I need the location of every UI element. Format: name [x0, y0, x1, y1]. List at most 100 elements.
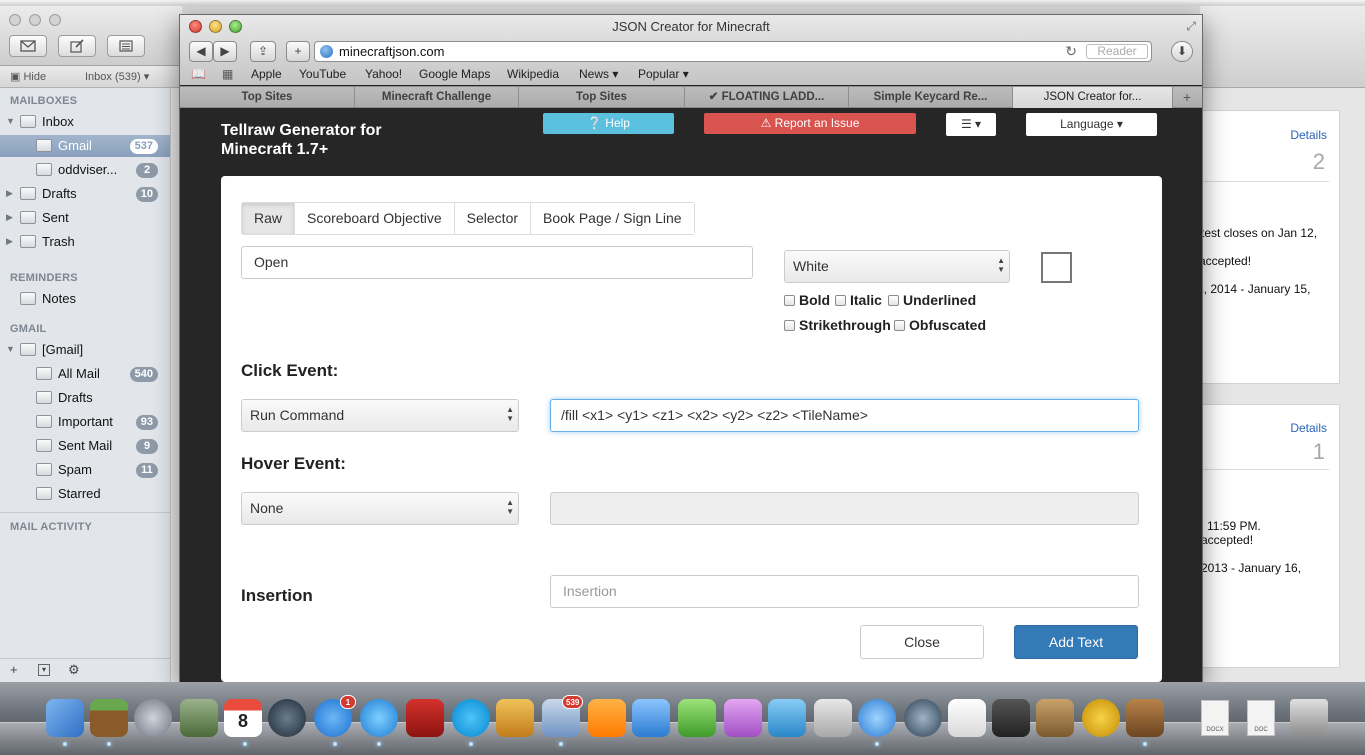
sidebar-item-gmail-drafts[interactable]: Drafts	[0, 387, 170, 409]
zoom-window-button[interactable]	[49, 14, 61, 26]
facetime-icon[interactable]	[268, 699, 306, 737]
hide-sidebar-toggle[interactable]: ▣ Hide	[10, 70, 46, 83]
inbox-filter[interactable]: Inbox (539) ▾	[85, 70, 149, 83]
sidebar-item-notes[interactable]: Notes	[0, 288, 170, 310]
bookmark-item[interactable]: Apple	[251, 67, 282, 81]
insertion-input[interactable]: Insertion	[550, 575, 1139, 608]
new-tab-button[interactable]: +	[286, 41, 310, 62]
finder-icon[interactable]	[46, 699, 84, 737]
bookmark-item[interactable]: YouTube	[299, 67, 346, 81]
color-select[interactable]: White ▲ ▼	[784, 250, 1010, 283]
disclosure-triangle-icon[interactable]: ▼	[6, 116, 15, 126]
launchpad-icon[interactable]	[134, 699, 172, 737]
docx-file-icon[interactable]: DOCX	[1201, 700, 1229, 736]
sidebar-item-drafts[interactable]: ▶ Drafts 10	[0, 183, 170, 205]
strikethrough-checkbox[interactable]: Strikethrough	[784, 317, 891, 335]
fullscreen-icon[interactable]: ⤢	[1186, 19, 1196, 34]
bookmark-item[interactable]: Popular ▾	[638, 67, 689, 81]
entourage-icon[interactable]	[724, 699, 762, 737]
disclosure-triangle-icon[interactable]: ▶	[6, 236, 13, 247]
tab-top-sites[interactable]: Top Sites	[180, 87, 355, 108]
powerpoint-icon[interactable]	[588, 699, 626, 737]
tab-json-creator[interactable]: JSON Creator for...	[1013, 87, 1173, 108]
quicktime-icon[interactable]	[904, 699, 942, 737]
italic-checkbox[interactable]: Italic	[835, 292, 882, 310]
tab-book-page-sign-line[interactable]: Book Page / Sign Line	[531, 203, 694, 234]
language-dropdown-button[interactable]: Language ▾	[1026, 113, 1157, 136]
show-activity-button[interactable]: ▾	[38, 664, 50, 676]
underlined-checkbox[interactable]: Underlined	[888, 292, 976, 310]
bookmark-item[interactable]: News ▾	[579, 67, 618, 81]
tab-selector[interactable]: Selector	[454, 203, 532, 234]
get-mail-button[interactable]	[9, 35, 47, 57]
calendar-icon[interactable]: 8	[224, 699, 262, 737]
sidebar-item-sent-mail[interactable]: Sent Mail 9	[0, 435, 170, 457]
sidebar-item-sent[interactable]: ▶ Sent	[0, 207, 170, 229]
close-button[interactable]: Close	[860, 625, 984, 659]
gear-icon[interactable]: ⚙	[68, 662, 80, 678]
tab-floating-ladder[interactable]: ✔ FLOATING LADD...	[685, 87, 849, 108]
webex-icon[interactable]	[1082, 699, 1120, 737]
sidebar-item-gmail-folder[interactable]: ▼ [Gmail]	[0, 339, 170, 361]
menu-dropdown-button[interactable]: ☰ ▾	[946, 113, 996, 136]
minimize-window-button[interactable]	[29, 14, 41, 26]
sidebar-item-starred[interactable]: Starred	[0, 483, 170, 505]
sidebar-item-gmail[interactable]: Gmail 537	[0, 135, 170, 157]
address-bar[interactable]: minecraftjson.com ↻ Reader	[314, 41, 1152, 62]
compose-button[interactable]	[58, 35, 96, 57]
skype-icon[interactable]	[452, 699, 490, 737]
safari-icon[interactable]	[858, 699, 896, 737]
add-mailbox-button[interactable]: +	[10, 662, 18, 677]
hover-event-value-input[interactable]	[550, 492, 1139, 525]
forward-button[interactable]: ▶	[213, 41, 237, 62]
sidebar-item-oddviser[interactable]: oddviser... 2	[0, 159, 170, 181]
minecraft-icon[interactable]	[90, 699, 128, 737]
details-link[interactable]: Details	[1290, 421, 1327, 435]
top-sites-grid-icon[interactable]: ▦	[222, 67, 233, 81]
bookmark-item[interactable]: Google Maps	[419, 67, 490, 81]
tab-minecraft-challenge[interactable]: Minecraft Challenge	[355, 87, 519, 108]
tab-raw[interactable]: Raw	[242, 203, 296, 234]
reader-button[interactable]: Reader	[1086, 44, 1148, 59]
trash-icon[interactable]	[1290, 699, 1328, 737]
crafting-table-icon[interactable]	[1126, 699, 1164, 737]
text-input[interactable]: Open	[241, 246, 753, 279]
bookmark-item[interactable]: Yahoo!	[365, 67, 402, 81]
office-icon[interactable]	[814, 699, 852, 737]
report-issue-button[interactable]: ⚠ Report an Issue	[704, 113, 916, 134]
downloads-button[interactable]: ⬇	[1171, 41, 1193, 62]
sidebar-item-trash[interactable]: ▶ Trash	[0, 231, 170, 253]
doc-file-icon[interactable]: DOC	[1247, 700, 1275, 736]
notes-view-button[interactable]	[107, 35, 145, 57]
details-link[interactable]: Details	[1290, 128, 1327, 142]
sidebar-item-spam[interactable]: Spam 11	[0, 459, 170, 481]
click-event-command-input[interactable]: /fill <x1> <y1> <z1> <x2> <y2> <z2> <Til…	[550, 399, 1139, 432]
itunes-icon[interactable]	[360, 699, 398, 737]
click-event-select[interactable]: Run Command ▲ ▼	[241, 399, 519, 432]
sidebar-item-important[interactable]: Important 93	[0, 411, 170, 433]
excel-icon[interactable]	[678, 699, 716, 737]
reload-icon[interactable]: ↻	[1065, 43, 1077, 60]
word-icon[interactable]	[632, 699, 670, 737]
messenger-icon[interactable]	[768, 699, 806, 737]
sidebar-item-inbox[interactable]: ▼ Inbox	[0, 111, 170, 133]
tab-top-sites-2[interactable]: Top Sites	[519, 87, 685, 108]
textedit-icon[interactable]	[948, 699, 986, 737]
tab-simple-keycard[interactable]: Simple Keycard Re...	[849, 87, 1013, 108]
hover-event-select[interactable]: None ▲ ▼	[241, 492, 519, 525]
add-tab-button[interactable]: +	[1172, 87, 1202, 108]
photo-booth-icon[interactable]	[406, 699, 444, 737]
iphoto-icon[interactable]	[496, 699, 534, 737]
disclosure-triangle-icon[interactable]: ▶	[6, 212, 13, 223]
back-button[interactable]: ◀	[189, 41, 213, 62]
terminal-icon[interactable]	[992, 699, 1030, 737]
bookmarks-book-icon[interactable]: 📖	[191, 67, 206, 81]
obfuscated-checkbox[interactable]: Obfuscated	[894, 317, 986, 335]
close-window-button[interactable]	[9, 14, 21, 26]
bookmark-item[interactable]: Wikipedia	[507, 67, 559, 81]
disclosure-triangle-icon[interactable]: ▼	[6, 344, 15, 354]
disclosure-triangle-icon[interactable]: ▶	[6, 188, 13, 199]
add-text-button[interactable]: Add Text	[1014, 625, 1138, 659]
sidebar-item-all-mail[interactable]: All Mail 540	[0, 363, 170, 385]
image-capture-icon[interactable]	[180, 699, 218, 737]
